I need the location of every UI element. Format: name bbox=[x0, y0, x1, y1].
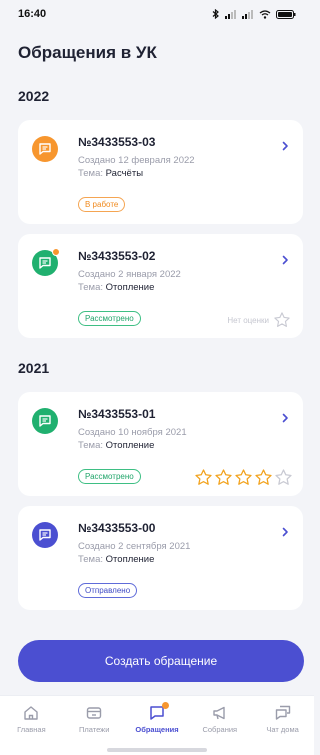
notification-dot bbox=[161, 702, 169, 709]
battery-icon bbox=[276, 9, 296, 19]
appeal-created: Создано 12 февраля 2022 bbox=[78, 155, 195, 166]
signal-icon-2 bbox=[242, 9, 253, 19]
appeal-number: №3433553-00 bbox=[78, 521, 156, 535]
appeal-number: №3433553-02 bbox=[78, 249, 156, 263]
megaphone-icon bbox=[213, 706, 225, 720]
tab-bar: Главная Платежи Обращения Собрания Чат д… bbox=[0, 695, 314, 755]
status-badge: Рассмотрено bbox=[78, 469, 141, 484]
no-rating-label: Нет оценки bbox=[227, 315, 269, 325]
appeal-card-02[interactable]: №3433553-02 Создано 2 января 2022 Тема: … bbox=[18, 234, 303, 338]
star-filled-icon[interactable] bbox=[254, 468, 273, 487]
appeal-number: №3433553-03 bbox=[78, 135, 156, 149]
appeal-topic: Тема: Отопление bbox=[78, 554, 289, 565]
chat-icon bbox=[32, 522, 58, 548]
tab-house-chat[interactable]: Чат дома bbox=[253, 704, 313, 755]
rating-empty[interactable]: Нет оценки bbox=[227, 311, 291, 329]
appeal-card-01[interactable]: №3433553-01 Создано 10 ноября 2021 Тема:… bbox=[18, 392, 303, 496]
tab-label: Главная bbox=[17, 725, 46, 734]
wifi-icon bbox=[259, 9, 271, 19]
status-bar: 16:40 bbox=[0, 0, 314, 28]
status-badge: Рассмотрено bbox=[78, 311, 141, 326]
appeal-created: Создано 10 ноября 2021 bbox=[78, 427, 187, 438]
signal-icon bbox=[225, 9, 236, 19]
status-badge: Отправлено bbox=[78, 583, 138, 598]
tab-label: Обращения bbox=[135, 725, 179, 734]
tab-home[interactable]: Главная bbox=[1, 704, 61, 755]
star-filled-icon[interactable] bbox=[214, 468, 233, 487]
star-filled-icon[interactable] bbox=[234, 468, 253, 487]
home-icon bbox=[24, 706, 39, 720]
home-indicator bbox=[107, 748, 207, 752]
tab-label: Платежи bbox=[78, 725, 110, 734]
status-time: 16:40 bbox=[18, 8, 47, 20]
unread-dot bbox=[52, 248, 60, 256]
year-heading-2021: 2021 bbox=[18, 360, 50, 376]
tab-label: Собрания bbox=[202, 725, 238, 734]
appeal-topic: Тема: Отопление bbox=[78, 282, 289, 293]
appeal-card-03[interactable]: №3433553-03 Создано 12 февраля 2022 Тема… bbox=[18, 120, 303, 224]
chat-icon bbox=[32, 248, 60, 276]
star-filled-icon[interactable] bbox=[194, 468, 213, 487]
topic-label: Тема: bbox=[78, 168, 104, 179]
status-icons bbox=[212, 9, 296, 19]
chevron-right-icon[interactable] bbox=[279, 412, 291, 424]
appeal-created: Создано 2 января 2022 bbox=[78, 269, 181, 280]
topic-value: Отопление bbox=[105, 440, 155, 451]
bluetooth-icon bbox=[212, 9, 219, 19]
topic-value: Отопление bbox=[105, 282, 155, 293]
create-appeal-button[interactable]: Создать обращение bbox=[18, 640, 304, 682]
star-rating[interactable] bbox=[194, 468, 293, 487]
star-outline-icon[interactable] bbox=[274, 468, 293, 487]
chevron-right-icon[interactable] bbox=[279, 140, 291, 152]
chat-icon bbox=[32, 408, 58, 434]
tab-label: Чат дома bbox=[266, 725, 299, 734]
topic-label: Тема: bbox=[78, 554, 104, 565]
year-heading-2022: 2022 bbox=[18, 88, 50, 104]
topic-label: Тема: bbox=[78, 282, 104, 293]
topic-label: Тема: bbox=[78, 440, 104, 451]
star-outline-icon[interactable] bbox=[273, 311, 291, 329]
status-badge: В работе bbox=[78, 197, 126, 212]
appeal-number: №3433553-01 bbox=[78, 407, 156, 421]
page-title: Обращения в УК bbox=[18, 43, 157, 62]
appeal-card-00[interactable]: №3433553-00 Создано 2 сентября 2021 Тема… bbox=[18, 506, 303, 610]
messages-icon bbox=[275, 705, 290, 720]
topic-value: Расчёты bbox=[105, 168, 144, 179]
wallet-icon bbox=[86, 707, 102, 719]
chevron-right-icon[interactable] bbox=[279, 254, 291, 266]
appeal-topic: Тема: Отопление bbox=[78, 440, 289, 451]
chat-icon bbox=[32, 136, 58, 162]
chevron-right-icon[interactable] bbox=[279, 526, 291, 538]
topic-value: Отопление bbox=[105, 554, 155, 565]
appeal-topic: Тема: Расчёты bbox=[78, 168, 289, 179]
appeal-created: Создано 2 сентября 2021 bbox=[78, 541, 191, 552]
